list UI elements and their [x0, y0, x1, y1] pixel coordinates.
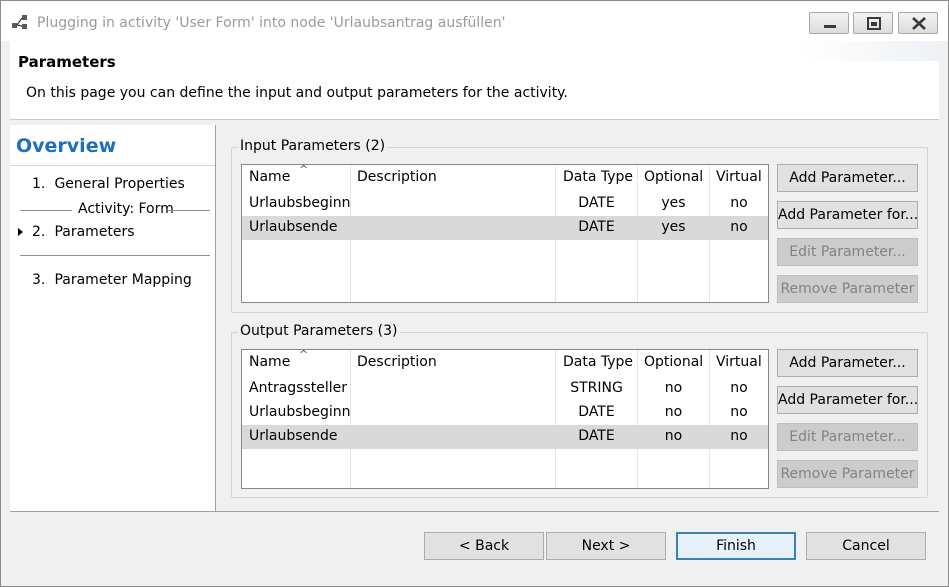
cancel-button[interactable]: Cancel	[806, 532, 926, 560]
finish-button[interactable]: Finish	[676, 532, 796, 560]
column-header-description[interactable]: Description	[357, 354, 437, 370]
input-remove-parameter-button[interactable]: Remove Parameter	[777, 275, 918, 303]
nav-item-parameter-mapping[interactable]: 3. Parameter Mapping	[32, 272, 192, 288]
sort-ascending-icon: ^	[299, 164, 309, 176]
window-title: Plugging in activity 'User Form' into no…	[37, 15, 506, 31]
page-title: Parameters	[18, 53, 116, 71]
column-header-name[interactable]: Name ^	[249, 350, 308, 370]
title-bar[interactable]: Plugging in activity 'User Form' into no…	[1, 1, 948, 41]
maximize-button[interactable]	[853, 12, 893, 34]
output-remove-parameter-button[interactable]: Remove Parameter	[777, 460, 918, 488]
page-header: Parameters On this page you can define t…	[10, 41, 939, 119]
table-row[interactable]: Urlaubsende DATE no no	[242, 425, 768, 449]
close-button[interactable]	[898, 12, 938, 34]
back-button[interactable]: < Back	[424, 532, 544, 560]
wizard-dialog: Plugging in activity 'User Form' into no…	[0, 0, 949, 587]
column-header-data-type[interactable]: Data Type	[563, 169, 633, 185]
input-edit-parameter-button[interactable]: Edit Parameter...	[777, 238, 918, 266]
column-header-virtual[interactable]: Virtual	[716, 169, 762, 185]
page-description: On this page you can define the input an…	[26, 85, 568, 101]
output-add-parameter-button[interactable]: Add Parameter...	[777, 349, 918, 377]
table-row[interactable]: Urlaubsbeginn DATE yes no	[242, 192, 768, 216]
current-step-arrow-icon	[18, 228, 23, 236]
column-header-description[interactable]: Description	[357, 169, 437, 185]
output-edit-parameter-button[interactable]: Edit Parameter...	[777, 423, 918, 451]
output-add-parameter-for-button[interactable]: Add Parameter for...	[777, 386, 918, 414]
workflow-plugin-icon	[11, 13, 29, 31]
table-row[interactable]: Urlaubsbeginn DATE no no	[242, 401, 768, 425]
minimize-button[interactable]	[809, 12, 849, 34]
overview-title: Overview	[16, 135, 117, 157]
column-header-virtual[interactable]: Virtual	[716, 354, 762, 370]
column-header-optional[interactable]: Optional	[644, 354, 703, 370]
next-button[interactable]: Next >	[546, 532, 666, 560]
output-parameters-table[interactable]: Name ^ Description Data Type Optional Vir…	[241, 349, 769, 489]
header-divider	[10, 119, 939, 120]
column-header-name[interactable]: Name ^	[249, 165, 308, 185]
table-row[interactable]: Antragssteller STRING no no	[242, 377, 768, 401]
table-row[interactable]: Urlaubsende DATE yes no	[242, 216, 768, 240]
output-parameters-label: Output Parameters (3)	[238, 323, 400, 339]
column-header-optional[interactable]: Optional	[644, 169, 703, 185]
column-header-data-type[interactable]: Data Type	[563, 354, 633, 370]
sort-ascending-icon: ^	[299, 349, 309, 361]
overview-panel: Overview 1. General Properties Activity:…	[10, 125, 216, 511]
nav-group-label: Activity: Form	[78, 201, 174, 217]
nav-item-general-properties[interactable]: 1. General Properties	[32, 176, 185, 192]
footer-divider	[10, 511, 939, 512]
input-add-parameter-button[interactable]: Add Parameter...	[777, 164, 918, 192]
nav-group-activity-form: Activity: Form	[20, 201, 210, 219]
input-parameters-label: Input Parameters (2)	[238, 138, 388, 154]
input-parameters-table[interactable]: Name ^ Description Data Type Optional Vir…	[241, 164, 769, 303]
input-add-parameter-for-button[interactable]: Add Parameter for...	[777, 201, 918, 229]
nav-item-parameters[interactable]: 2. Parameters	[32, 224, 135, 240]
